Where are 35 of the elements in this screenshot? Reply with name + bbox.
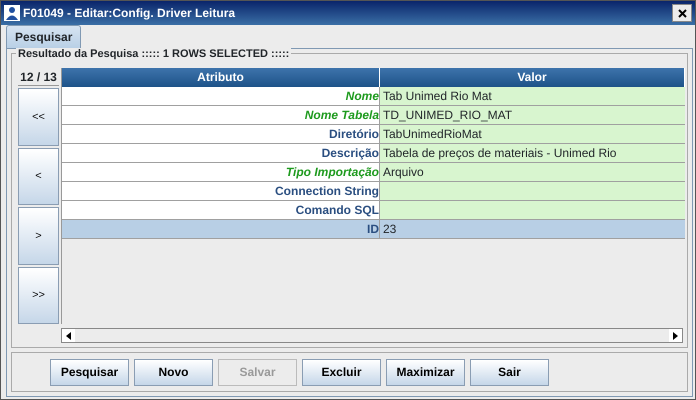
attribute-cell: Nome Tabela bbox=[62, 106, 380, 124]
nav-button[interactable]: > bbox=[18, 207, 59, 264]
attribute-cell: Descrição bbox=[62, 144, 380, 162]
nav-button[interactable]: < bbox=[18, 148, 59, 205]
left-arrow-icon[interactable] bbox=[66, 332, 72, 340]
action-button[interactable]: Novo bbox=[134, 358, 213, 386]
nav-button[interactable]: >> bbox=[18, 266, 59, 324]
record-counter: 12 / 13 bbox=[18, 68, 59, 86]
value-cell: TabUnimedRioMat bbox=[380, 125, 685, 143]
attribute-cell: ID bbox=[62, 220, 380, 238]
horizontal-scrollbar[interactable] bbox=[61, 328, 683, 343]
column-header[interactable]: Atributo bbox=[62, 68, 380, 87]
action-button[interactable]: Sair bbox=[470, 358, 549, 386]
value-cell: Arquivo bbox=[380, 163, 685, 181]
attribute-cell: Comando SQL bbox=[62, 201, 380, 219]
close-button[interactable] bbox=[672, 4, 692, 22]
value-cell: TD_UNIMED_RIO_MAT bbox=[380, 106, 685, 124]
value-cell: Tab Unimed Rio Mat bbox=[380, 87, 685, 105]
column-header[interactable]: Valor bbox=[380, 68, 685, 87]
tab[interactable]: Pesquisar bbox=[6, 25, 82, 48]
nav-button[interactable]: << bbox=[18, 88, 59, 146]
action-button[interactable]: Excluir bbox=[302, 358, 381, 386]
app-icon bbox=[4, 5, 20, 21]
right-arrow-icon[interactable] bbox=[672, 332, 678, 340]
attribute-cell: Tipo Importação bbox=[62, 163, 380, 181]
attribute-cell: Connection String bbox=[62, 182, 380, 200]
value-cell: 23 bbox=[380, 220, 685, 238]
action-button[interactable]: Pesquisar bbox=[50, 358, 129, 386]
window-title: F01049 - Editar:Config. Driver Leitura bbox=[23, 5, 236, 22]
action-button[interactable]: Maximizar bbox=[386, 358, 465, 386]
attribute-cell: Diretório bbox=[62, 125, 380, 143]
close-icon bbox=[678, 8, 686, 18]
group-legend: Resultado da Pesquisa ::::: 1 ROWS SELECTED ::::: bbox=[16, 48, 292, 60]
value-cell: Tabela de preços de materiais - Unimed Rio bbox=[380, 144, 685, 162]
attribute-cell: Nome bbox=[62, 87, 380, 105]
